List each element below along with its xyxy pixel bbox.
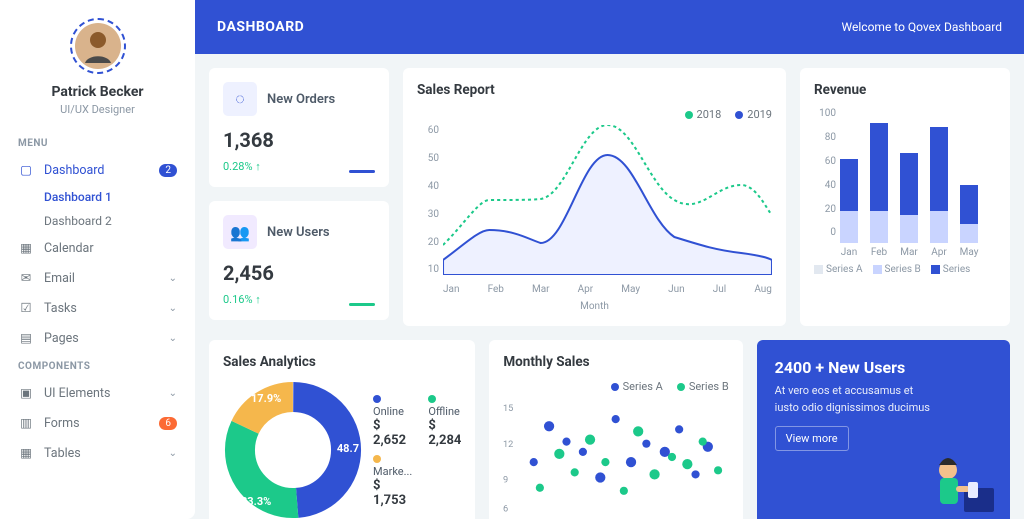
scatter-chart: 15 12 9 6 xyxy=(503,397,728,517)
stat-value: 2,456 xyxy=(223,261,375,285)
page-title: DASHBOARD xyxy=(217,19,304,35)
profile-name: Patrick Becker xyxy=(10,84,185,100)
stat-delta: 0.16% ↑ xyxy=(223,293,261,306)
card-title: Revenue xyxy=(814,82,996,98)
sidebar-item-dashboard[interactable]: ▢ Dashboard 2 xyxy=(6,155,189,185)
sparkline-icon xyxy=(349,170,375,173)
card-title: Sales Report xyxy=(417,82,772,98)
avatar[interactable] xyxy=(70,18,126,74)
stat-card-orders: ◌ New Orders 1,368 0.28% ↑ xyxy=(209,68,389,187)
chevron-down-icon: ⌄ xyxy=(169,303,177,314)
dashboard-icon: ▢ xyxy=(18,162,34,178)
orders-icon: ◌ xyxy=(223,82,257,116)
profile-role: UI/UX Designer xyxy=(10,103,185,116)
badge-dashboard: 2 xyxy=(159,164,177,177)
sparkline-icon xyxy=(349,303,375,306)
svg-text:6: 6 xyxy=(503,504,508,515)
promo-card: 2400 + New Users At vero eos et accusamu… xyxy=(757,340,1010,519)
tables-icon: ▦ xyxy=(18,445,34,461)
revenue-legend: Series A Series B Series xyxy=(814,264,996,275)
sidebar-item-forms[interactable]: ▥ Forms 6 xyxy=(6,408,189,438)
sidebar-item-pages[interactable]: ▤ Pages ⌄ xyxy=(6,323,189,353)
sales-report-legend: 2018 2019 xyxy=(417,108,772,121)
svg-text:12: 12 xyxy=(503,439,513,450)
stat-value: 1,368 xyxy=(223,128,375,152)
monthly-legend: Series A Series B xyxy=(503,380,728,393)
pages-icon: ▤ xyxy=(18,330,34,346)
chevron-down-icon: ⌄ xyxy=(169,273,177,284)
email-icon: ✉ xyxy=(18,270,34,286)
section-label-menu: MENU xyxy=(0,130,195,155)
tasks-icon: ☑ xyxy=(18,300,34,316)
analytics-legend: Online$ 2,652 Offline$ 2,284 Marke...$ 1… xyxy=(373,392,461,508)
revenue-bar-chart: 100806040200 Jan Feb Mar Apr May xyxy=(814,108,996,258)
sidebar-sub-dashboard: Dashboard 1 Dashboard 2 xyxy=(6,185,189,233)
sales-line-chart: 605040302010 JanFebMarAprMayJunJulAug xyxy=(417,125,772,295)
topbar: DASHBOARD Welcome to Qovex Dashboard xyxy=(195,0,1024,54)
chevron-down-icon: ⌄ xyxy=(169,333,177,344)
promo-body: At vero eos et accusamus et iusto odio d… xyxy=(775,383,935,416)
calendar-icon: ▦ xyxy=(18,240,34,256)
chevron-down-icon: ⌄ xyxy=(169,448,177,459)
revenue-card: Revenue 100806040200 Jan Feb Mar Apr May… xyxy=(800,68,1010,326)
sales-report-card: Sales Report 2018 2019 605040302010 JanF… xyxy=(403,68,786,326)
view-more-button[interactable]: View more xyxy=(775,426,849,451)
sidebar-item-tasks[interactable]: ☑ Tasks ⌄ xyxy=(6,293,189,323)
svg-text:9: 9 xyxy=(503,475,508,486)
card-title: Sales Analytics xyxy=(223,354,461,370)
card-title: Monthly Sales xyxy=(503,354,728,370)
donut-chart: 17.9% 48.7 33.3% xyxy=(223,380,363,519)
sidebar-item-tables[interactable]: ▦ Tables ⌄ xyxy=(6,438,189,468)
ui-icon: ▣ xyxy=(18,385,34,401)
svg-text:15: 15 xyxy=(503,403,513,414)
person-illustration-icon xyxy=(912,450,1002,519)
monthly-sales-card: Monthly Sales Series A Series B 15 12 9 … xyxy=(489,340,742,519)
sidebar: Patrick Becker UI/UX Designer MENU ▢ Das… xyxy=(0,0,195,519)
sales-analytics-card: Sales Analytics 17.9% 48.7 33.3% xyxy=(209,340,475,519)
sidebar-sub-item[interactable]: Dashboard 2 xyxy=(44,209,189,233)
sidebar-item-email[interactable]: ✉ Email ⌄ xyxy=(6,263,189,293)
sidebar-sub-item[interactable]: Dashboard 1 xyxy=(44,185,189,209)
sidebar-item-calendar[interactable]: ▦ Calendar xyxy=(6,233,189,263)
stat-card-users: 👥 New Users 2,456 0.16% ↑ xyxy=(209,201,389,320)
forms-icon: ▥ xyxy=(18,415,34,431)
chevron-down-icon: ⌄ xyxy=(169,388,177,399)
welcome-text: Welcome to Qovex Dashboard xyxy=(842,20,1002,34)
sidebar-item-ui-elements[interactable]: ▣ UI Elements ⌄ xyxy=(6,378,189,408)
sidebar-item-label: Dashboard xyxy=(44,163,159,178)
users-icon: 👥 xyxy=(223,215,257,249)
badge-forms: 6 xyxy=(159,417,177,430)
x-axis-label: Month xyxy=(417,301,772,312)
section-label-components: COMPONENTS xyxy=(0,353,195,378)
promo-title: 2400 + New Users xyxy=(775,358,992,377)
stat-delta: 0.28% ↑ xyxy=(223,160,261,173)
profile-block: Patrick Becker UI/UX Designer xyxy=(0,0,195,130)
